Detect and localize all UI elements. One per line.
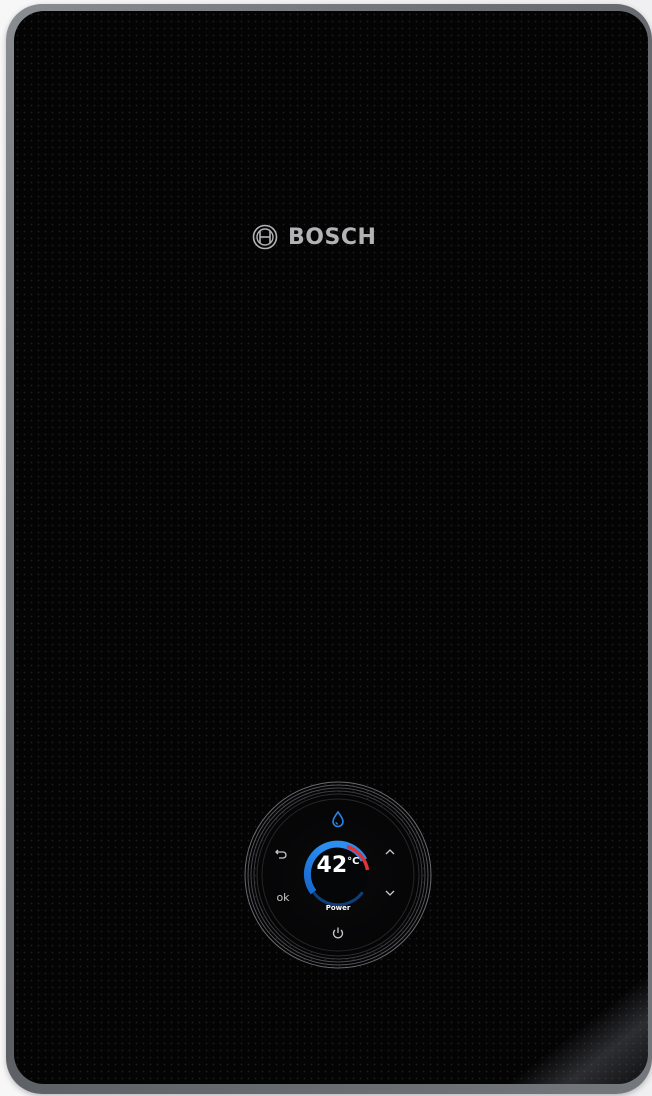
control-dial[interactable]: ok 42°C Power <box>243 780 433 970</box>
temperature-value: 42 <box>316 853 348 878</box>
bosch-armature-icon <box>252 224 278 250</box>
panel-reflection <box>457 949 648 1084</box>
temperature-display: 42°C <box>306 855 370 877</box>
ok-button[interactable]: ok <box>273 892 293 903</box>
temperature-unit: °C <box>347 856 360 867</box>
chevron-down-icon[interactable] <box>383 886 397 900</box>
brand-name: BOSCH <box>288 224 377 250</box>
water-drop-icon[interactable] <box>329 810 347 828</box>
chevron-up-icon[interactable] <box>383 845 397 859</box>
power-icon[interactable] <box>330 925 346 941</box>
back-arrow-icon[interactable] <box>273 846 289 862</box>
mode-label: Power <box>325 904 351 912</box>
brand-logo: BOSCH <box>252 220 376 254</box>
product-stage: BOSCH ok 42°C Power <box>0 0 652 1096</box>
